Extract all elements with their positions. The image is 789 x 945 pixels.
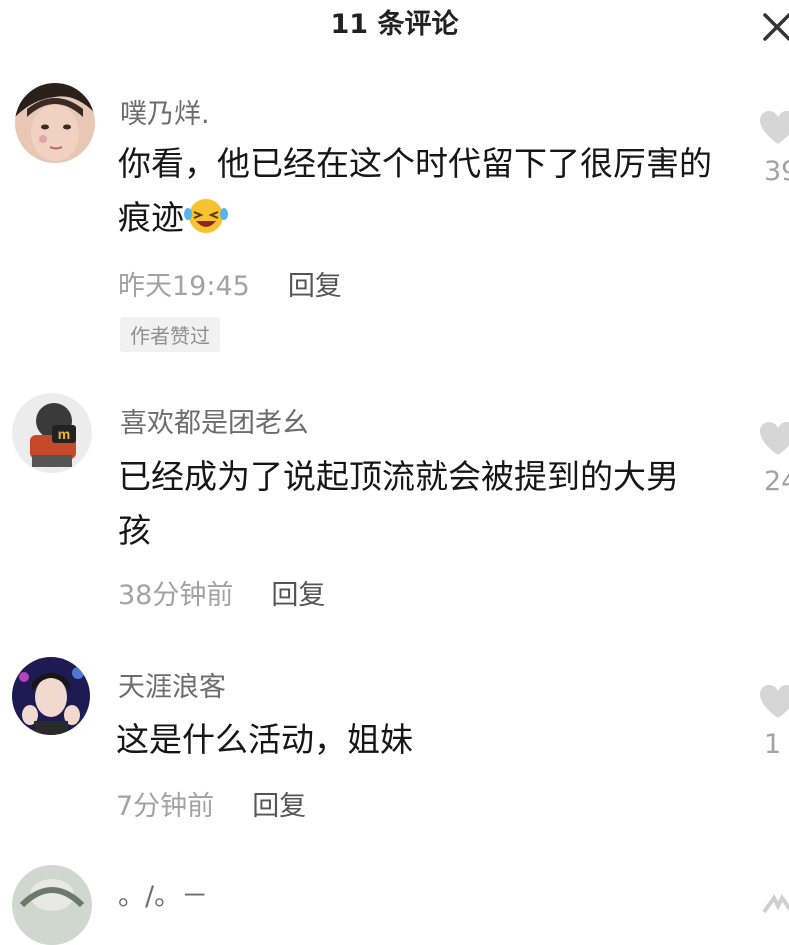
comment-text: 你看，他已经在这个时代留下了很厉害的痕迹 — [118, 137, 718, 245]
close-icon[interactable] — [760, 10, 789, 44]
comment-meta: 38分钟前 回复 — [118, 573, 325, 612]
reply-button[interactable]: 回复 — [252, 791, 306, 822]
svg-text:m: m — [58, 426, 70, 442]
comment-text: 已经成为了说起顶流就会被提到的大男孩 — [118, 457, 679, 550]
comment-username[interactable]: 喜欢都是团老幺 — [120, 401, 309, 440]
avatar[interactable] — [12, 657, 90, 735]
like-count: 39 — [764, 156, 789, 187]
page-title: 11 条评论 — [330, 9, 459, 40]
reply-button[interactable]: 回复 — [288, 271, 342, 302]
comment-username[interactable]: 。/。－ — [118, 874, 208, 913]
comment-time: 昨天19:45 — [118, 271, 250, 302]
avatar[interactable] — [12, 865, 92, 945]
like-count: 24 — [764, 466, 789, 497]
like-count: 1 — [764, 729, 782, 760]
like-icon-partial[interactable] — [758, 886, 789, 913]
author-liked-badge: 作者赞过 — [120, 317, 220, 352]
heart-icon[interactable] — [758, 684, 789, 720]
comment-time: 7分钟前 — [116, 791, 215, 822]
avatar[interactable]: m — [12, 393, 92, 473]
heart-icon[interactable] — [758, 110, 789, 146]
avatar[interactable] — [15, 83, 95, 163]
comment-meta: 7分钟前 回复 — [116, 784, 306, 823]
laughing-crying-emoji-icon — [184, 199, 228, 233]
comment-meta: 昨天19:45 回复 — [118, 264, 342, 303]
comment-username[interactable]: 噗乃烊. — [120, 92, 210, 131]
reply-button[interactable]: 回复 — [271, 580, 325, 611]
comment-text: 这是什么活动，姐妹 — [116, 720, 413, 759]
heart-icon[interactable] — [758, 421, 789, 457]
comment-username[interactable]: 天涯浪客 — [118, 665, 226, 704]
comment-time: 38分钟前 — [118, 580, 234, 611]
